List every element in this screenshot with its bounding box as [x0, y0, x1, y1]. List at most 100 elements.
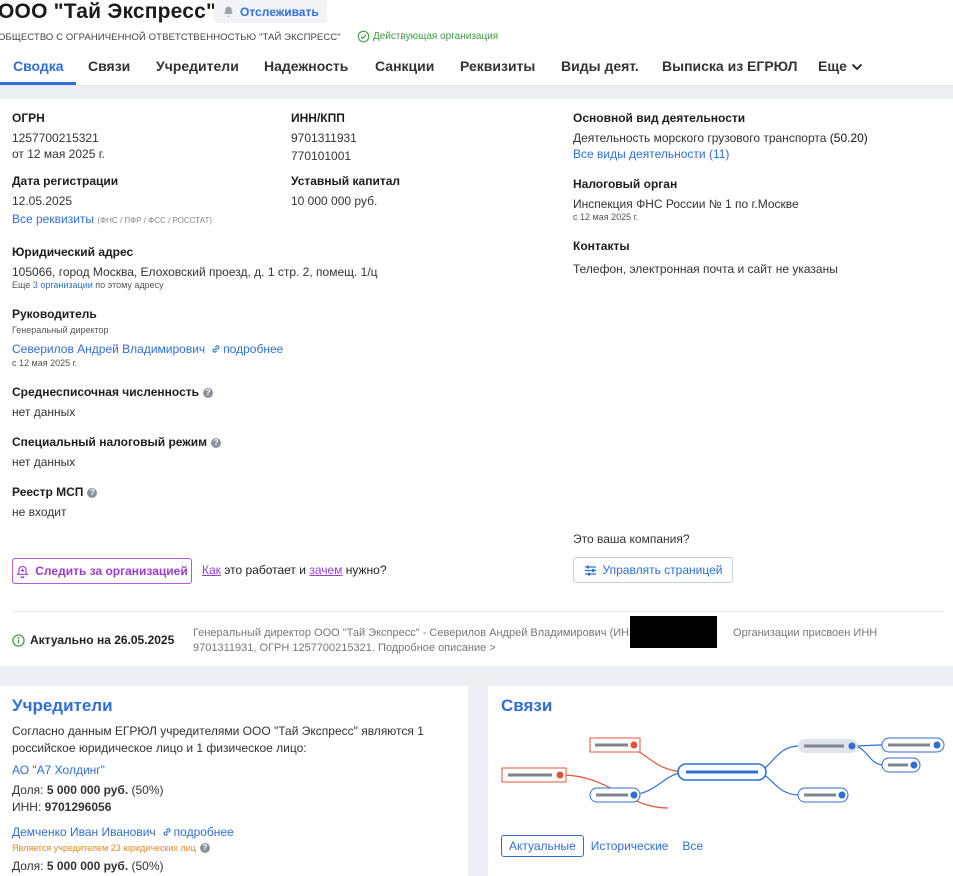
links-title[interactable]: Связи: [501, 696, 552, 716]
founders-title[interactable]: Учредители: [12, 696, 113, 716]
activity-label: Основной вид деятельности: [573, 111, 746, 125]
founder-1-share: Доля: 5 000 000 руб. (50%): [12, 783, 164, 797]
capital-value: 10 000 000 руб.: [291, 194, 378, 208]
graph-node-dot: [556, 771, 564, 779]
head-label: Руководитель: [12, 307, 97, 321]
address-more-link[interactable]: 3 организации: [33, 280, 93, 290]
links-card: Связи Актуальные Исторические Все: [488, 686, 953, 876]
how-end-text: нужно?: [345, 563, 387, 577]
tab-sanctions[interactable]: Санкции: [375, 58, 434, 74]
founder-1-link[interactable]: АО "А7 Холдинг": [12, 763, 105, 777]
tab-summary[interactable]: Сводка: [13, 58, 64, 74]
share-value: 5 000 000 руб.: [46, 783, 129, 797]
links-tab-all[interactable]: Все: [675, 836, 710, 856]
activity-row: Деятельность морского грузового транспор…: [573, 131, 868, 145]
founder-2-link[interactable]: Демченко Иван Иванович: [12, 825, 156, 839]
all-details-link[interactable]: Все реквизиты: [12, 212, 94, 226]
contacts-label: Контакты: [573, 239, 630, 253]
tab-founders[interactable]: Учредители: [156, 58, 239, 74]
inn-value: 9701311931: [291, 131, 357, 145]
follow-organization-label: Следить за организацией: [35, 564, 188, 578]
how-link[interactable]: Как: [202, 563, 221, 577]
tab-egrul-extract[interactable]: Выписка из ЕГРЮЛ: [662, 58, 797, 74]
tab-bar: Сводка Связи Учредители Надежность Санкц…: [0, 56, 953, 86]
address-more: Еще 3 организации по этому адресу: [12, 280, 164, 290]
manage-page-button[interactable]: Управлять страницей: [573, 557, 733, 583]
tab-reliability[interactable]: Надежность: [264, 58, 348, 74]
share-label: Доля:: [12, 783, 44, 797]
head-row: Северилов Андрей Владимирович подробнее: [12, 342, 283, 356]
share-pct: (50%): [131, 783, 164, 797]
tab-more[interactable]: Еще: [818, 58, 863, 74]
graph-node-dot: [630, 741, 638, 749]
page-header: ООО "Тай Экспресс" Отслеживать ОБЩЕСТВО …: [0, 0, 953, 86]
tax-authority-label: Налоговый орган: [573, 177, 678, 191]
head-since: с 12 мая 2025 г.: [12, 358, 78, 368]
activity-value: Деятельность морского грузового транспор…: [573, 131, 827, 145]
graph-node-dot: [838, 791, 846, 799]
active-tab-indicator: [0, 82, 76, 85]
founder-2-more-link[interactable]: подробнее: [174, 825, 234, 839]
info-icon: [12, 633, 25, 647]
head-role: Генеральный директор: [12, 325, 109, 335]
redaction-box: [630, 616, 717, 648]
staff-label: Среднесписочная численность?: [12, 385, 214, 399]
track-button-label: Отслеживать: [240, 4, 319, 19]
contacts-value: Телефон, электронная почта и сайт не ука…: [573, 262, 838, 276]
founder-2-note-text: Является учредителем 23 юридических лиц: [12, 843, 196, 853]
address-more-pre: Еще: [12, 280, 31, 290]
tax-regime-label: Специальный налоговый режим?: [12, 435, 222, 449]
company-description[interactable]: Генеральный директор ООО "Тай Экспресс" …: [193, 626, 933, 656]
tax-regime-label-text: Специальный налоговый режим: [12, 435, 208, 449]
share-label: Доля:: [12, 859, 44, 873]
head-name-link[interactable]: Северилов Андрей Владимирович: [12, 342, 205, 356]
tab-requisites[interactable]: Реквизиты: [460, 58, 535, 74]
msp-label-text: Реестр МСП: [12, 485, 84, 499]
why-link[interactable]: зачем: [309, 563, 342, 577]
ogrn-label: ОГРН: [12, 111, 45, 125]
bell-plus-icon: [16, 565, 29, 578]
address-more-post: по этому адресу: [95, 280, 164, 290]
full-legal-name: ОБЩЕСТВО С ОГРАНИЧЕННОЙ ОТВЕТСТВЕННОСТЬЮ…: [0, 32, 341, 43]
staff-value: нет данных: [12, 405, 76, 419]
all-activities-link[interactable]: Все виды деятельности (11): [573, 147, 729, 161]
sliders-icon: [584, 565, 596, 575]
capital-label: Уставный капитал: [291, 174, 400, 188]
track-button[interactable]: Отслеживать: [214, 0, 327, 23]
help-icon[interactable]: ?: [203, 388, 214, 398]
head-more-link[interactable]: подробнее: [223, 342, 283, 356]
help-icon[interactable]: ?: [87, 488, 98, 498]
graph-node-dot: [848, 742, 856, 750]
all-details-row: Все реквизиты (ФНС / ПФР / ФСС / РОССТАТ…: [12, 212, 212, 226]
how-mid-text: это работает и: [224, 563, 306, 577]
inn-value: 9701296056: [44, 800, 112, 814]
link-icon: [163, 828, 171, 836]
help-icon[interactable]: ?: [199, 843, 210, 853]
registration-date-value: 12.05.2025: [12, 194, 73, 208]
actual-date: Актуально на 26.05.2025: [12, 633, 174, 647]
inn-kpp-label: ИНН/КПП: [291, 111, 345, 125]
tab-links[interactable]: Связи: [88, 58, 130, 74]
founder-2-row: Демченко Иван Иванович подробнее: [12, 825, 234, 839]
all-details-note: (ФНС / ПФР / ФСС / РОССТАТ): [97, 216, 213, 225]
check-circle-icon: [357, 30, 370, 43]
share-value: 5 000 000 руб.: [46, 859, 129, 873]
kpp-value: 770101001: [291, 149, 352, 163]
divider: [12, 611, 944, 612]
manage-page-label: Управлять страницей: [602, 563, 723, 577]
links-tab-historical[interactable]: Исторические: [584, 836, 676, 856]
founder-1-inn: ИНН: 9701296056: [12, 800, 111, 814]
actual-date-text: Актуально на 26.05.2025: [30, 633, 175, 647]
how-it-works: Как это работает и зачем нужно?: [202, 563, 387, 577]
chevron-down-icon: [851, 64, 863, 71]
tax-authority-value: Инспекция ФНС России № 1 по г.Москве: [573, 197, 799, 211]
links-graph[interactable]: [488, 722, 953, 812]
status-text: Действующая организация: [373, 31, 499, 42]
links-tab-current[interactable]: Актуальные: [501, 835, 584, 857]
activity-all-row: Все виды деятельности (11): [573, 147, 729, 161]
follow-organization-button[interactable]: Следить за организацией: [12, 558, 192, 584]
help-icon[interactable]: ?: [211, 438, 222, 448]
links-filter: Актуальные Исторические Все: [501, 835, 710, 857]
graph-node-dot: [910, 761, 918, 769]
tab-activities[interactable]: Виды деят.: [561, 58, 639, 74]
